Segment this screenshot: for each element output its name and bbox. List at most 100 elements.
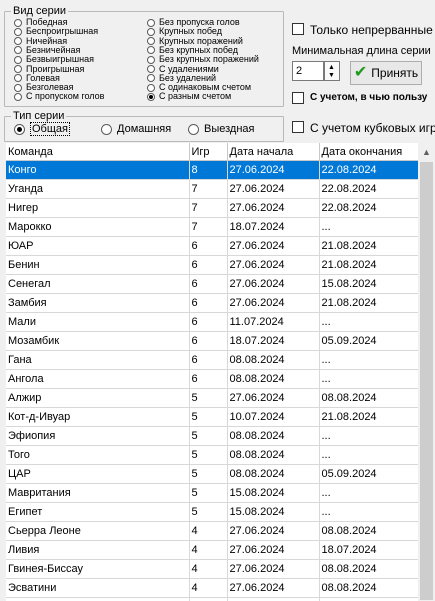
radio-icon[interactable] (14, 37, 22, 46)
team-cell (6, 597, 190, 601)
column-header-start-date[interactable]: Дата начала (227, 143, 320, 161)
series-kind-option-label: С разным счетом (159, 91, 232, 102)
end-date-cell: 08.08.2024 (319, 578, 418, 598)
games-cell: 7 (189, 198, 228, 218)
series-type-option[interactable]: Домашняя (101, 123, 171, 135)
radio-icon[interactable] (147, 74, 155, 83)
table-row[interactable]: Замбия 6 27.06.2024 21.08.2024 (6, 293, 418, 313)
radio-icon[interactable] (101, 123, 112, 135)
table-row[interactable]: Сенегал 6 27.06.2024 15.08.2024 (6, 274, 418, 294)
radio-icon[interactable] (14, 18, 22, 27)
radio-icon[interactable] (14, 83, 22, 92)
table-row[interactable]: Эфиопия 5 08.08.2024... (6, 426, 418, 446)
table-row[interactable]: Мозамбик 6 18.07.2024 05.09.2024 (6, 331, 418, 351)
table-row[interactable]: Сьерра Леоне 4 27.06.2024 08.08.2024 (6, 521, 418, 541)
table-row[interactable]: Ангола 6 08.08.2024... (6, 369, 418, 389)
continuous-only-checkbox[interactable] (292, 23, 304, 35)
table-row[interactable]: Бенин 6 27.06.2024 21.08.2024 (6, 255, 418, 275)
team-cell: Мали (6, 312, 190, 332)
end-date-cell: ... (319, 445, 418, 465)
end-date-cell: 22.08.2024 (319, 198, 418, 218)
series-kind-option[interactable]: Беспроигрышная (14, 27, 98, 36)
end-date-cell: ... (319, 426, 418, 446)
radio-icon[interactable] (147, 37, 155, 46)
start-date-cell: 27.06.2024 (227, 578, 320, 598)
table-row[interactable]: Гана 6 08.08.2024... (6, 350, 418, 370)
min-length-spinner[interactable]: ▲ ▼ (324, 61, 340, 81)
scroll-up-icon[interactable]: ▲ (418, 143, 435, 161)
series-kind-option[interactable]: Без крупных поражений (147, 55, 259, 64)
radio-icon[interactable] (147, 18, 155, 27)
table-row[interactable]: Египет 5 15.08.2024... (6, 502, 418, 522)
start-date-cell: 27.06.2024 (227, 388, 320, 408)
table-row[interactable]: Уганда 7 27.06.2024 22.08.2024 (6, 179, 418, 199)
radio-icon[interactable] (14, 46, 22, 55)
table-row[interactable]: Мавритания 5 15.08.2024... (6, 483, 418, 503)
radio-icon[interactable] (147, 92, 155, 101)
team-cell: Кот-д-Ивуар (6, 407, 190, 427)
table-row[interactable]: Конго 8 27.06.2024 22.08.2024 (6, 160, 418, 180)
series-kind-option[interactable]: Крупных побед (147, 27, 222, 36)
cup-games-label: С учетом кубковых игр (310, 121, 435, 135)
table-row[interactable]: ЦАР 5 08.08.2024 05.09.2024 (6, 464, 418, 484)
radio-icon[interactable] (14, 123, 25, 135)
table-row[interactable]: ЮАР 6 27.06.2024 21.08.2024 (6, 236, 418, 256)
start-date-cell: 08.08.2024 (227, 426, 320, 446)
radio-icon[interactable] (147, 46, 155, 55)
min-length-label: Минимальная длина серии (292, 45, 431, 57)
radio-icon[interactable] (14, 74, 22, 83)
start-date-cell: 27.06.2024 (227, 179, 320, 199)
vertical-scrollbar[interactable]: ▲ (418, 143, 435, 601)
series-type-option[interactable]: Общая (14, 122, 70, 136)
column-header-end-date[interactable]: Дата окончания (319, 143, 418, 161)
radio-icon[interactable] (147, 27, 155, 36)
accept-button[interactable]: ✔ Принять (350, 61, 422, 85)
table-row[interactable]: Алжир 5 27.06.2024 08.08.2024 (6, 388, 418, 408)
spin-down-icon[interactable]: ▼ (328, 72, 335, 79)
column-header-games[interactable]: Игр (189, 143, 228, 161)
table-row[interactable]: Ливия 4 27.06.2024 18.07.2024 (6, 540, 418, 560)
table-row[interactable]: Кот-д-Ивуар 5 10.07.2024 21.08.2024 (6, 407, 418, 427)
scrollbar-thumb[interactable] (420, 162, 433, 600)
start-date-cell: 27.06.2024 (227, 236, 320, 256)
whose-favor-label: С учетом, в чью пользу (310, 92, 428, 103)
team-cell: Нигер (6, 198, 190, 218)
end-date-cell: 21.08.2024 (319, 293, 418, 313)
whose-favor-checkbox[interactable] (292, 92, 304, 104)
table-row[interactable]: Нигер 7 27.06.2024 22.08.2024 (6, 198, 418, 218)
min-length-input[interactable]: 2 (292, 61, 324, 81)
end-date-cell: ... (319, 217, 418, 237)
series-kind-option[interactable]: С пропуском голов (14, 92, 104, 101)
radio-icon[interactable] (14, 65, 22, 73)
radio-icon[interactable] (14, 92, 22, 101)
start-date-cell: 08.08.2024 (227, 464, 320, 484)
series-type-option[interactable]: Выездная (188, 123, 255, 135)
series-kind-option[interactable]: Безвыигрышная (14, 55, 94, 64)
series-table[interactable]: Команда Игр Дата начала Дата окончания К… (6, 143, 418, 601)
table-header: Команда Игр Дата начала Дата окончания (6, 143, 418, 161)
radio-icon[interactable] (14, 55, 22, 64)
radio-icon[interactable] (188, 123, 199, 135)
radio-icon[interactable] (147, 65, 155, 73)
table-row[interactable]: Гвинея-Биссау 4 27.06.2024 08.08.2024 (6, 559, 418, 579)
table-row[interactable]: Того 5 08.08.2024... (6, 445, 418, 465)
table-row[interactable]: Эсватини 4 27.06.2024 08.08.2024 (6, 578, 418, 598)
team-cell: Гана (6, 350, 190, 370)
cup-games-checkbox[interactable] (292, 121, 304, 133)
radio-icon[interactable] (147, 55, 155, 64)
radio-icon[interactable] (14, 27, 22, 36)
series-kind-option-label: С пропуском голов (26, 91, 105, 102)
table-row[interactable] (6, 597, 418, 601)
games-cell: 5 (189, 426, 228, 446)
table-row[interactable]: Мали 6 11.07.2024... (6, 312, 418, 332)
series-type-caption: Тип серии (11, 110, 67, 122)
series-kind-option[interactable]: С разным счетом (147, 92, 231, 101)
games-cell: 7 (189, 217, 228, 237)
column-header-team[interactable]: Команда (6, 143, 190, 161)
games-cell: 5 (189, 464, 228, 484)
radio-icon[interactable] (147, 83, 155, 92)
start-date-cell: 08.08.2024 (227, 369, 320, 389)
games-cell: 4 (189, 521, 228, 541)
table-row[interactable]: Марокко 7 18.07.2024... (6, 217, 418, 237)
spin-up-icon[interactable]: ▲ (328, 64, 335, 71)
